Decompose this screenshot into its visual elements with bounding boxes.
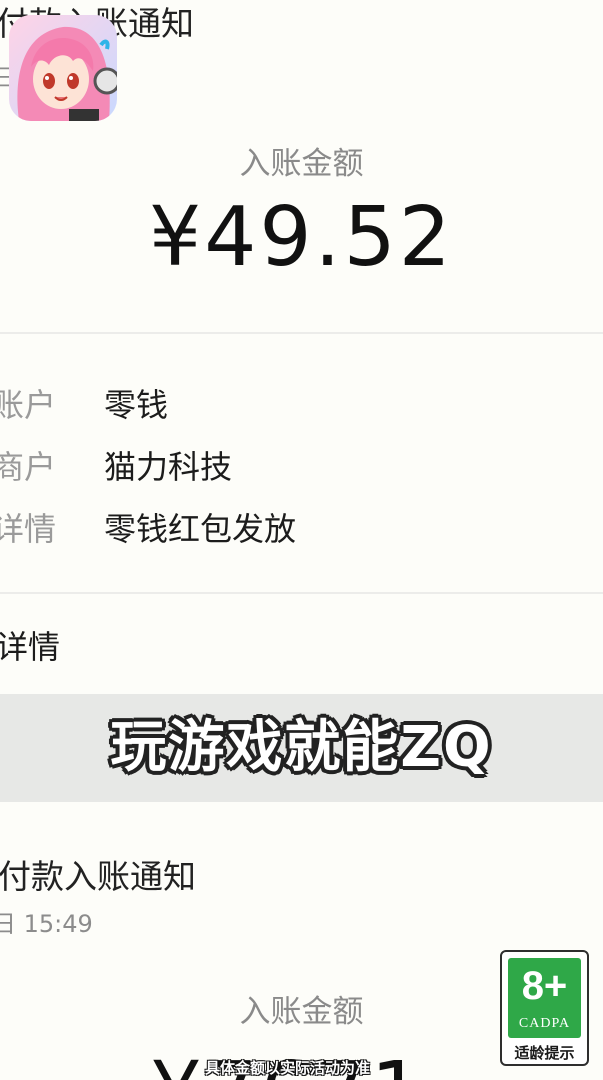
divider: [0, 332, 603, 334]
detail-key-account: 账户: [0, 386, 57, 424]
notification-date-2: 日 15:49: [0, 910, 93, 938]
age-rating-green-box: 8+ CADPA: [508, 958, 581, 1038]
detail-key-merchant: 商户: [0, 448, 57, 486]
detail-value-details: 零钱红包发放: [104, 510, 297, 548]
detail-value-merchant: 猫力科技: [104, 448, 233, 486]
amount-value: ¥49.52: [149, 190, 454, 285]
detail-key-details: 详情: [0, 510, 57, 548]
age-rating-org: CADPA: [518, 1016, 571, 1031]
age-rating-badge: 8+ CADPA 适龄提示: [500, 950, 589, 1066]
age-rating-label: 适龄提示: [514, 1044, 575, 1062]
notification-title-2: 付款入账通知: [0, 857, 196, 896]
divider: [0, 592, 603, 594]
age-rating-number: 8+: [521, 964, 568, 1008]
anime-girl-app-icon[interactable]: [9, 15, 117, 121]
promo-banner-text: 玩游戏就能ZQ: [110, 715, 493, 780]
detail-value-account: 零钱: [104, 386, 169, 424]
amount-label: 入账金额: [239, 146, 364, 182]
disclaimer-caption: 具体金额以实际活动为准: [205, 1059, 371, 1077]
details-link[interactable]: 详情: [0, 622, 60, 668]
